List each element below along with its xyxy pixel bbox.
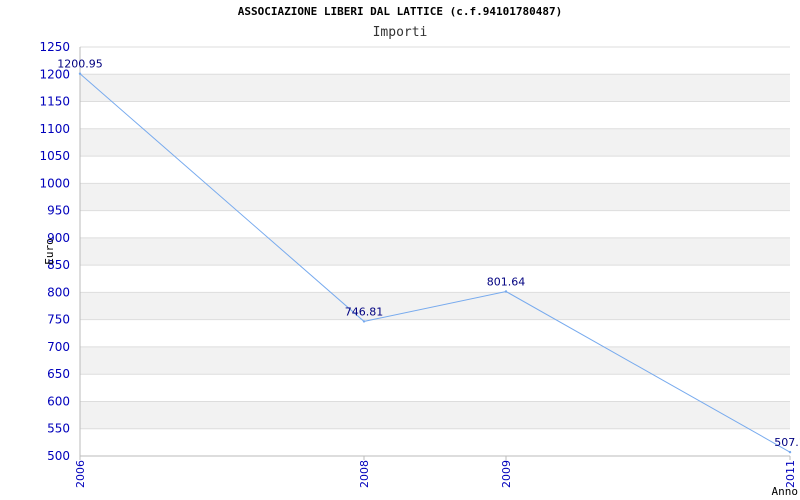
data-point [788,450,792,454]
data-point [504,290,508,293]
y-tick-label: 650 [47,367,70,381]
y-tick-label: 550 [47,422,70,436]
line-chart: 5005506006507007508008509009501000105011… [39,40,800,498]
grid-band [80,346,790,375]
grid-band [80,183,790,211]
y-tick-label: 500 [47,449,70,463]
y-tick-label: 600 [47,394,70,408]
grid-band [80,401,790,429]
x-tick-label: 2011 [784,460,797,488]
data-point [78,72,82,75]
y-tick-label: 800 [47,285,70,299]
x-tick-label: 2008 [358,460,371,488]
y-tick-label: 1100 [39,122,70,136]
y-tick-label: 700 [47,340,70,354]
y-tick-label: 1050 [39,149,70,163]
x-axis-label: Anno [772,485,799,498]
data-label: 746.81 [345,305,384,318]
y-tick-label: 1000 [39,176,70,190]
data-point [362,320,366,323]
x-tick-label: 2009 [500,460,513,488]
grid-band [80,237,790,266]
data-label: 507.1 [774,436,800,449]
grid-bands [80,74,790,429]
data-label: 1200.95 [57,58,103,71]
x-tick-label: 2006 [74,460,87,488]
y-tick-label: 950 [47,204,70,218]
y-tick-label: 1250 [39,40,70,54]
x-axis-ticks: 2006 2008 2009 2011 [74,456,797,488]
grid-band [80,74,790,102]
data-label: 801.64 [487,276,526,289]
y-tick-label: 1150 [39,95,70,109]
y-axis-label: Euro [43,238,56,265]
y-tick-label: 750 [47,313,70,327]
grid-band [80,128,790,157]
